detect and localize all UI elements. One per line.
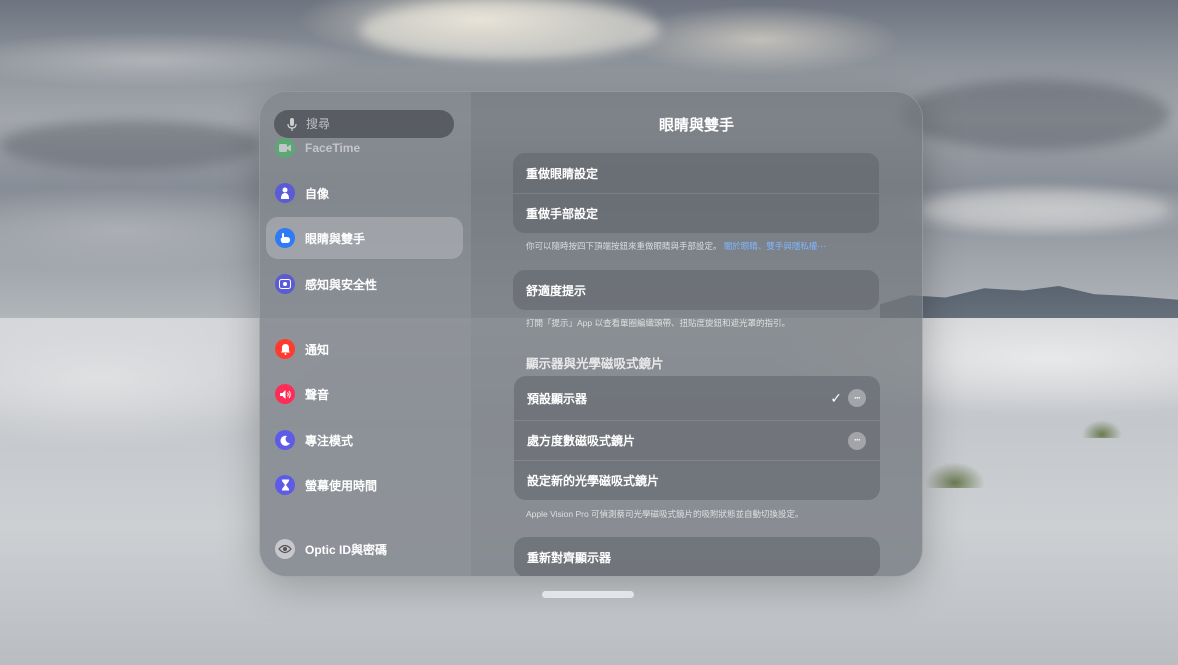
- bell-icon: [275, 339, 295, 359]
- speaker-icon: [275, 384, 295, 404]
- persona-icon: [275, 183, 295, 203]
- sidebar-item-optic-id[interactable]: Optic ID與密碼: [266, 528, 463, 570]
- privacy-link[interactable]: 關於眼睛、雙手與隱私權⋯: [724, 241, 826, 251]
- comfort-footnote: 打開「提示」App 以查看單圈編織頭帶、扭貼度旋鈕和遮光罩的指引。: [526, 318, 790, 328]
- fit-tips-row[interactable]: 舒適度提示: [513, 270, 879, 310]
- sidebar-item-focus[interactable]: 專注模式: [266, 419, 463, 461]
- window-grab-bar[interactable]: [542, 591, 634, 598]
- search-input[interactable]: [304, 116, 448, 132]
- cloud: [0, 120, 260, 170]
- setup-new-inserts-row[interactable]: 設定新的光學磁吸式鏡片: [514, 460, 880, 500]
- hourglass-icon: [275, 475, 295, 495]
- realign-displays-row[interactable]: 重新對齊顯示器: [514, 537, 880, 576]
- sidebar-item-notifications[interactable]: 通知: [266, 328, 463, 370]
- checkmark-icon: ✓: [830, 389, 842, 406]
- more-options-button[interactable]: ···: [848, 389, 866, 407]
- footnote-text: 你可以隨時按四下頂端按鈕來重做眼睛與手部設定。: [526, 241, 722, 251]
- row-label: 舒適度提示: [526, 283, 587, 298]
- sidebar-item-eyes-hands[interactable]: 眼睛與雙手: [266, 217, 463, 259]
- sidebar-item-screen-time[interactable]: 螢幕使用時間: [266, 464, 463, 506]
- section-header-displays: 顯示器與光學磁吸式鏡片: [526, 357, 664, 371]
- sidebar-item-sounds[interactable]: 聲音: [266, 373, 463, 415]
- moon-icon: [275, 430, 295, 450]
- page-title: 眼睛與雙手: [658, 117, 734, 134]
- row-label: 重做眼睛設定: [526, 166, 599, 181]
- cloud: [920, 190, 1170, 230]
- sidebar: FaceTime 自像 眼睛與雙手 感知與安全性 通知: [260, 92, 471, 576]
- cloud: [900, 80, 1170, 150]
- search-field[interactable]: [274, 110, 454, 138]
- cloud: [360, 0, 660, 60]
- sidebar-item-label: FaceTime: [305, 141, 361, 155]
- setup-group: 重做眼睛設定 重做手部設定: [513, 153, 879, 233]
- more-options-button[interactable]: ···: [848, 431, 866, 450]
- desert-shrub: [925, 462, 985, 488]
- redo-eye-setup-row[interactable]: 重做眼睛設定: [513, 153, 879, 193]
- sidebar-item-label: 螢幕使用時間: [305, 478, 378, 493]
- sidebar-item-label: Optic ID與密碼: [305, 542, 388, 557]
- display-footnote: Apple Vision Pro 可偵測蔡司光學磁吸式鏡片的吸附狀態並自動切換設…: [526, 509, 804, 519]
- settings-window: FaceTime 自像 眼睛與雙手 感知與安全性 通知: [259, 91, 923, 577]
- row-label: 重新對齊顯示器: [527, 550, 612, 565]
- sidebar-item-label: 聲音: [305, 387, 330, 402]
- sidebar-item-facetime[interactable]: FaceTime: [266, 136, 463, 160]
- comfort-group: 舒適度提示: [513, 270, 879, 310]
- realign-group: 重新對齊顯示器: [514, 537, 880, 576]
- optic-id-icon: [275, 539, 295, 559]
- sidebar-item-label: 通知: [305, 342, 330, 357]
- redo-hand-setup-row[interactable]: 重做手部設定: [513, 193, 879, 233]
- awareness-icon: [275, 274, 295, 294]
- prescription-inserts-row[interactable]: 處方度數磁吸式鏡片 ···: [514, 420, 880, 460]
- hand-icon: [275, 228, 295, 248]
- sidebar-item-awareness-safety[interactable]: 感知與安全性: [266, 263, 463, 305]
- setup-footnote: 你可以隨時按四下頂端按鈕來重做眼睛與手部設定。 關於眼睛、雙手與隱私權⋯: [526, 240, 856, 252]
- display-group: 預設顯示器 ✓ ··· 處方度數磁吸式鏡片 ··· 設定新的光學磁吸式鏡片: [514, 376, 880, 500]
- facetime-icon: [275, 138, 295, 158]
- row-label: 預設顯示器: [527, 391, 588, 406]
- row-label: 重做手部設定: [526, 207, 599, 221]
- sidebar-item-label: 眼睛與雙手: [305, 231, 366, 246]
- microphone-icon[interactable]: [282, 114, 302, 134]
- row-label: 處方度數磁吸式鏡片: [527, 434, 636, 448]
- default-display-row[interactable]: 預設顯示器 ✓ ···: [514, 376, 880, 420]
- detail-pane: 眼睛與雙手 重做眼睛設定 重做手部設定 你可以隨時按四下頂端按鈕來重做眼睛與手部…: [471, 92, 922, 576]
- desert-shrub: [1082, 420, 1122, 438]
- sidebar-item-label: 感知與安全性: [305, 277, 378, 292]
- sidebar-item-label: 專注模式: [305, 433, 354, 448]
- sidebar-item-persona[interactable]: 自像: [266, 172, 463, 214]
- sidebar-item-label: 自像: [305, 186, 330, 201]
- row-label: 設定新的光學磁吸式鏡片: [527, 474, 660, 488]
